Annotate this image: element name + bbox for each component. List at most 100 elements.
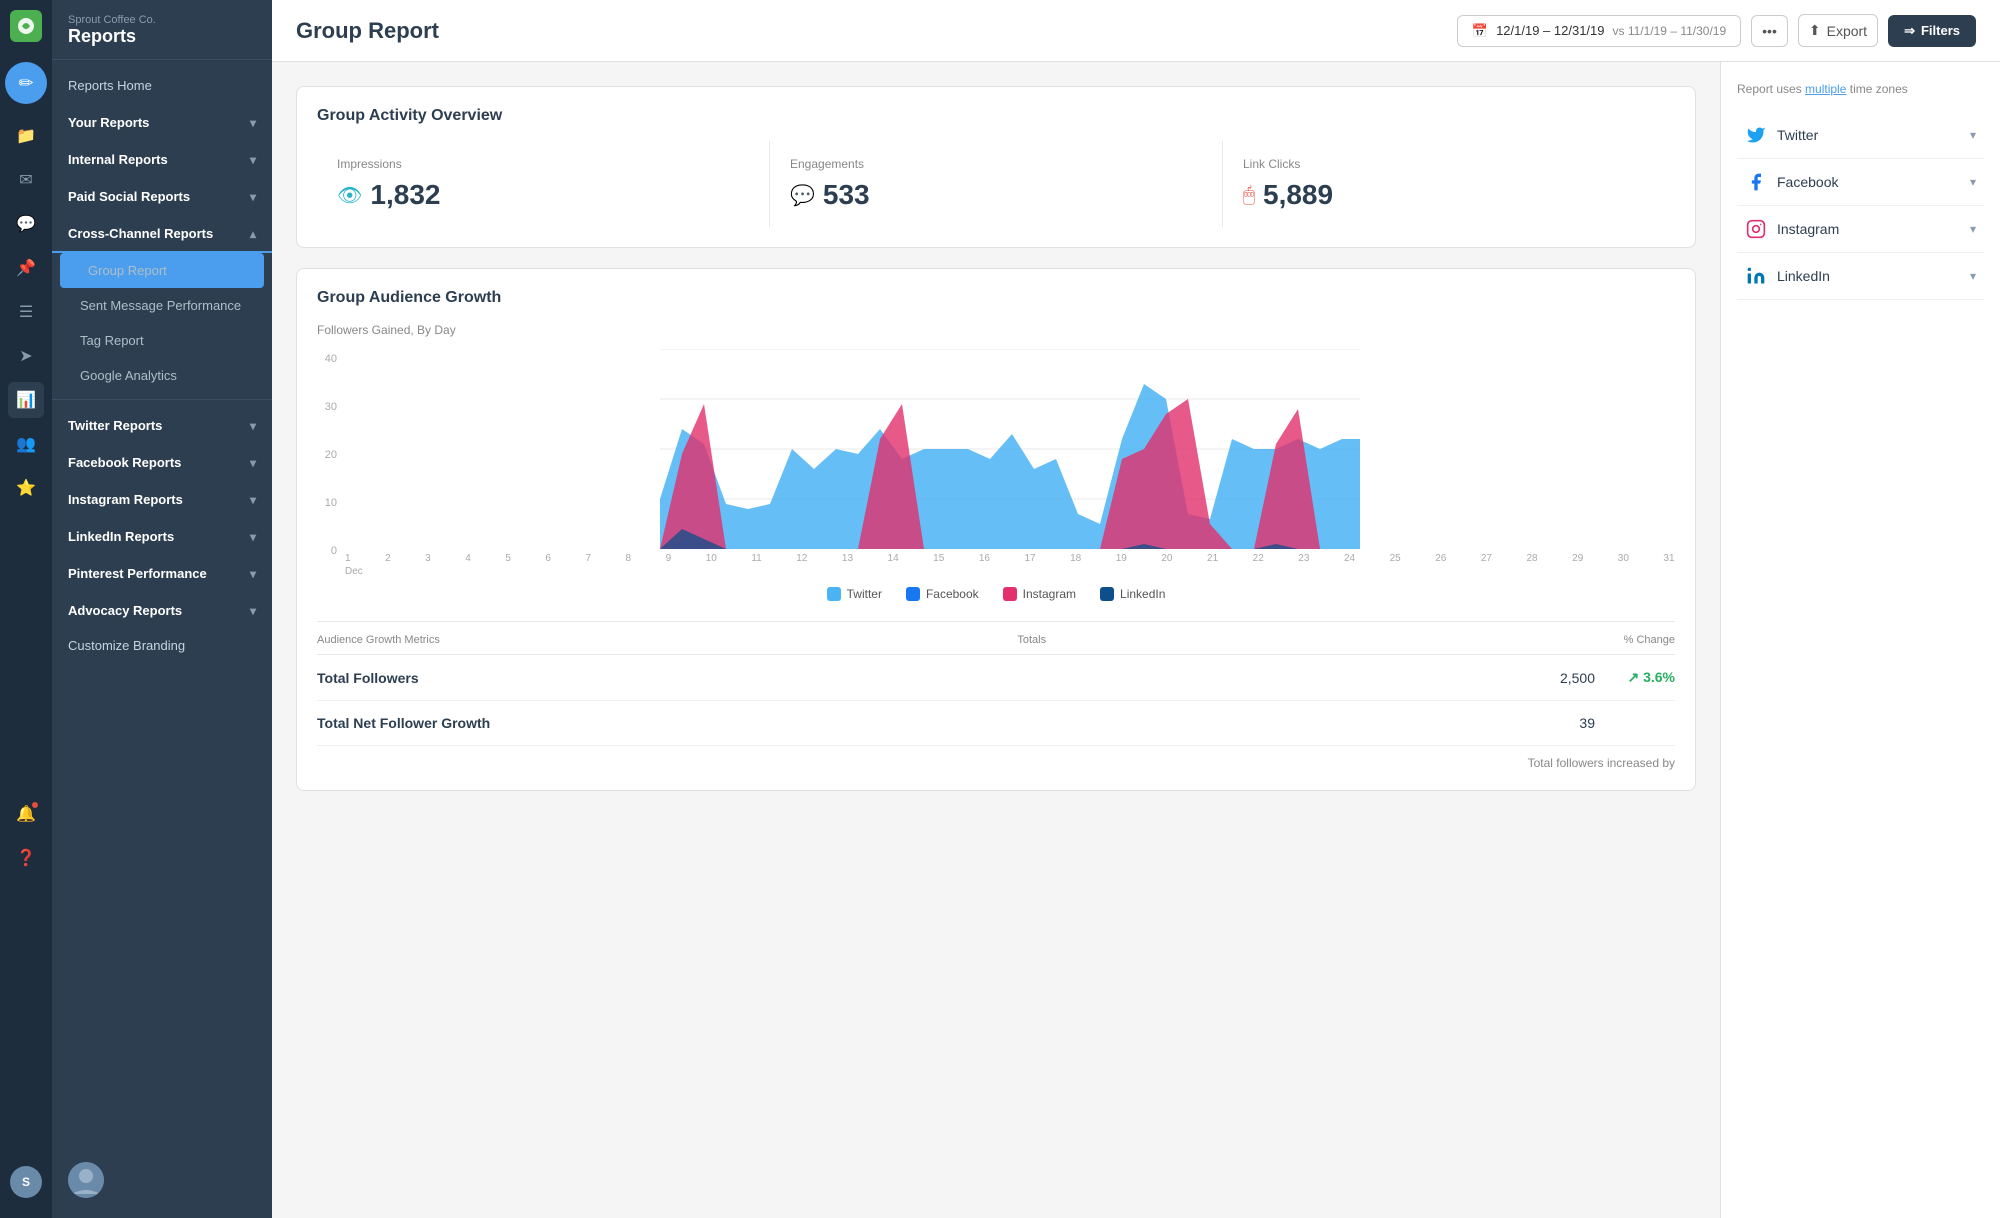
table-header: Audience Growth Metrics Totals % Change: [317, 634, 1675, 655]
nav-icon-star[interactable]: ⭐: [8, 470, 44, 506]
chevron-icon: ▾: [250, 567, 256, 581]
sidebar-item-reports-home[interactable]: Reports Home: [52, 68, 272, 103]
filters-icon: ⇒: [1904, 23, 1915, 39]
sidebar-item-tag-report[interactable]: Tag Report: [52, 323, 272, 358]
sidebar-item-internal-reports[interactable]: Internal Reports ▾: [52, 140, 272, 177]
sidebar-item-twitter-reports[interactable]: Twitter Reports ▾: [52, 406, 272, 443]
sidebar-item-linkedin-reports[interactable]: LinkedIn Reports ▾: [52, 517, 272, 554]
export-button[interactable]: ⬆ Export: [1798, 14, 1878, 47]
nav-icon-notifications[interactable]: 🔔: [8, 796, 44, 832]
notification-badge: [30, 800, 40, 810]
y-axis-0: 0: [317, 545, 337, 557]
chevron-icon: ▾: [250, 456, 256, 470]
legend-twitter: Twitter: [827, 587, 882, 601]
sidebar: Sprout Coffee Co. Reports Reports Home Y…: [52, 0, 272, 1218]
vs-text: vs 11/1/19 – 11/30/19: [1613, 24, 1727, 38]
platform-linkedin[interactable]: LinkedIn ▾: [1737, 253, 1984, 300]
sidebar-item-sent-message[interactable]: Sent Message Performance: [52, 288, 272, 323]
nav-icon-folder[interactable]: 📁: [8, 118, 44, 154]
audience-growth-title: Group Audience Growth: [317, 289, 1675, 307]
sidebar-item-paid-social[interactable]: Paid Social Reports ▾: [52, 177, 272, 214]
engagements-value-row: 💬 533: [790, 179, 1202, 211]
y-axis-30: 30: [317, 401, 337, 413]
nav-icon-pin[interactable]: 📌: [8, 250, 44, 286]
nav-icon-help[interactable]: ❓: [8, 840, 44, 876]
link-clicks-value: 5,889: [1263, 179, 1333, 211]
engagements-label: Engagements: [790, 157, 1202, 171]
instagram-icon: [1745, 218, 1767, 240]
nav-icon-team[interactable]: 👥: [8, 426, 44, 462]
footnote: Total followers increased by: [317, 756, 1675, 770]
chevron-icon: ▾: [250, 116, 256, 130]
nav-icon-messages[interactable]: 💬: [8, 206, 44, 242]
header-actions: 📅 12/1/19 – 12/31/19 vs 11/1/19 – 11/30/…: [1457, 14, 1976, 47]
x-axis-label: Dec: [345, 566, 1675, 577]
sidebar-item-group-report[interactable]: Group Report: [60, 253, 264, 288]
sidebar-item-advocacy[interactable]: Advocacy Reports ▾: [52, 591, 272, 628]
sidebar-item-instagram-reports[interactable]: Instagram Reports ▾: [52, 480, 272, 517]
activity-overview-title: Group Activity Overview: [317, 107, 1675, 125]
user-avatar-sidebar[interactable]: [68, 1162, 104, 1198]
sidebar-item-google-analytics[interactable]: Google Analytics: [52, 358, 272, 393]
metric-link-clicks: Link Clicks 🖱 5,889: [1223, 141, 1675, 227]
app-logo[interactable]: [10, 10, 42, 42]
body-split: Group Activity Overview Impressions 👁 1,…: [272, 62, 2000, 1218]
y-axis-10: 10: [317, 497, 337, 509]
chevron-icon: ▾: [250, 419, 256, 433]
more-options-button[interactable]: •••: [1751, 15, 1788, 47]
chevron-icon: ▾: [250, 153, 256, 167]
compose-button[interactable]: ✏: [5, 62, 47, 104]
legend-linkedin: LinkedIn: [1100, 587, 1165, 601]
date-range-picker[interactable]: 📅 12/1/19 – 12/31/19 vs 11/1/19 – 11/30/…: [1457, 15, 1741, 47]
chart-legend: Twitter Facebook Instagram LinkedIn: [317, 587, 1675, 601]
main-content: Group Report 📅 12/1/19 – 12/31/19 vs 11/…: [272, 0, 2000, 1218]
chevron-icon: ▾: [250, 604, 256, 618]
sidebar-footer: [52, 1152, 272, 1218]
filters-button[interactable]: ⇒ Filters: [1888, 15, 1976, 47]
nav-icon-tasks[interactable]: ☰: [8, 294, 44, 330]
sidebar-item-cross-channel[interactable]: Cross-Channel Reports ▴: [52, 214, 272, 253]
export-icon: ⬆: [1809, 22, 1821, 39]
legend-dot-linkedin: [1100, 587, 1114, 601]
facebook-chevron: ▾: [1970, 175, 1976, 189]
col-totals: Totals: [1017, 634, 1046, 646]
sidebar-item-facebook-reports[interactable]: Facebook Reports ▾: [52, 443, 272, 480]
impressions-value: 1,832: [370, 179, 440, 211]
impressions-icon: 👁: [337, 183, 362, 208]
linkedin-chevron: ▾: [1970, 269, 1976, 283]
page-title: Group Report: [296, 18, 439, 44]
main-header: Group Report 📅 12/1/19 – 12/31/19 vs 11/…: [272, 0, 2000, 62]
row-net-growth-total: 39: [1515, 715, 1595, 731]
nav-icon-send[interactable]: ➤: [8, 338, 44, 374]
user-avatar[interactable]: S: [10, 1166, 42, 1198]
row-total-followers-total: 2,500: [1515, 670, 1595, 686]
table-row: Total Net Follower Growth 39: [317, 701, 1675, 746]
sidebar-item-your-reports[interactable]: Your Reports ▾: [52, 103, 272, 140]
calendar-icon: 📅: [1472, 23, 1488, 39]
y-axis-40: 40: [317, 353, 337, 365]
ellipsis-icon: •••: [1762, 23, 1777, 39]
company-name: Sprout Coffee Co.: [68, 14, 256, 26]
chart-subtitle: Followers Gained, By Day: [317, 323, 1675, 337]
platform-twitter[interactable]: Twitter ▾: [1737, 112, 1984, 159]
legend-dot-instagram: [1003, 587, 1017, 601]
sidebar-item-pinterest[interactable]: Pinterest Performance ▾: [52, 554, 272, 591]
chevron-icon: ▾: [250, 530, 256, 544]
link-clicks-icon: 🖱: [1243, 184, 1255, 207]
legend-facebook: Facebook: [906, 587, 979, 601]
link-clicks-label: Link Clicks: [1243, 157, 1655, 171]
legend-instagram: Instagram: [1003, 587, 1076, 601]
twitter-label: Twitter: [1777, 127, 1818, 143]
engagements-value: 533: [823, 179, 870, 211]
chevron-icon: ▾: [250, 190, 256, 204]
col-metrics: Audience Growth Metrics: [317, 634, 440, 646]
audience-metrics-table: Audience Growth Metrics Totals % Change …: [317, 621, 1675, 770]
platform-instagram[interactable]: Instagram ▾: [1737, 206, 1984, 253]
platform-facebook[interactable]: Facebook ▾: [1737, 159, 1984, 206]
nav-icon-reports[interactable]: 📊: [8, 382, 44, 418]
twitter-chevron: ▾: [1970, 128, 1976, 142]
row-net-growth-label: Total Net Follower Growth: [317, 715, 1515, 731]
nav-icon-inbox[interactable]: ✉: [8, 162, 44, 198]
timezone-link[interactable]: multiple: [1805, 82, 1846, 96]
sidebar-item-customize[interactable]: Customize Branding: [52, 628, 272, 663]
